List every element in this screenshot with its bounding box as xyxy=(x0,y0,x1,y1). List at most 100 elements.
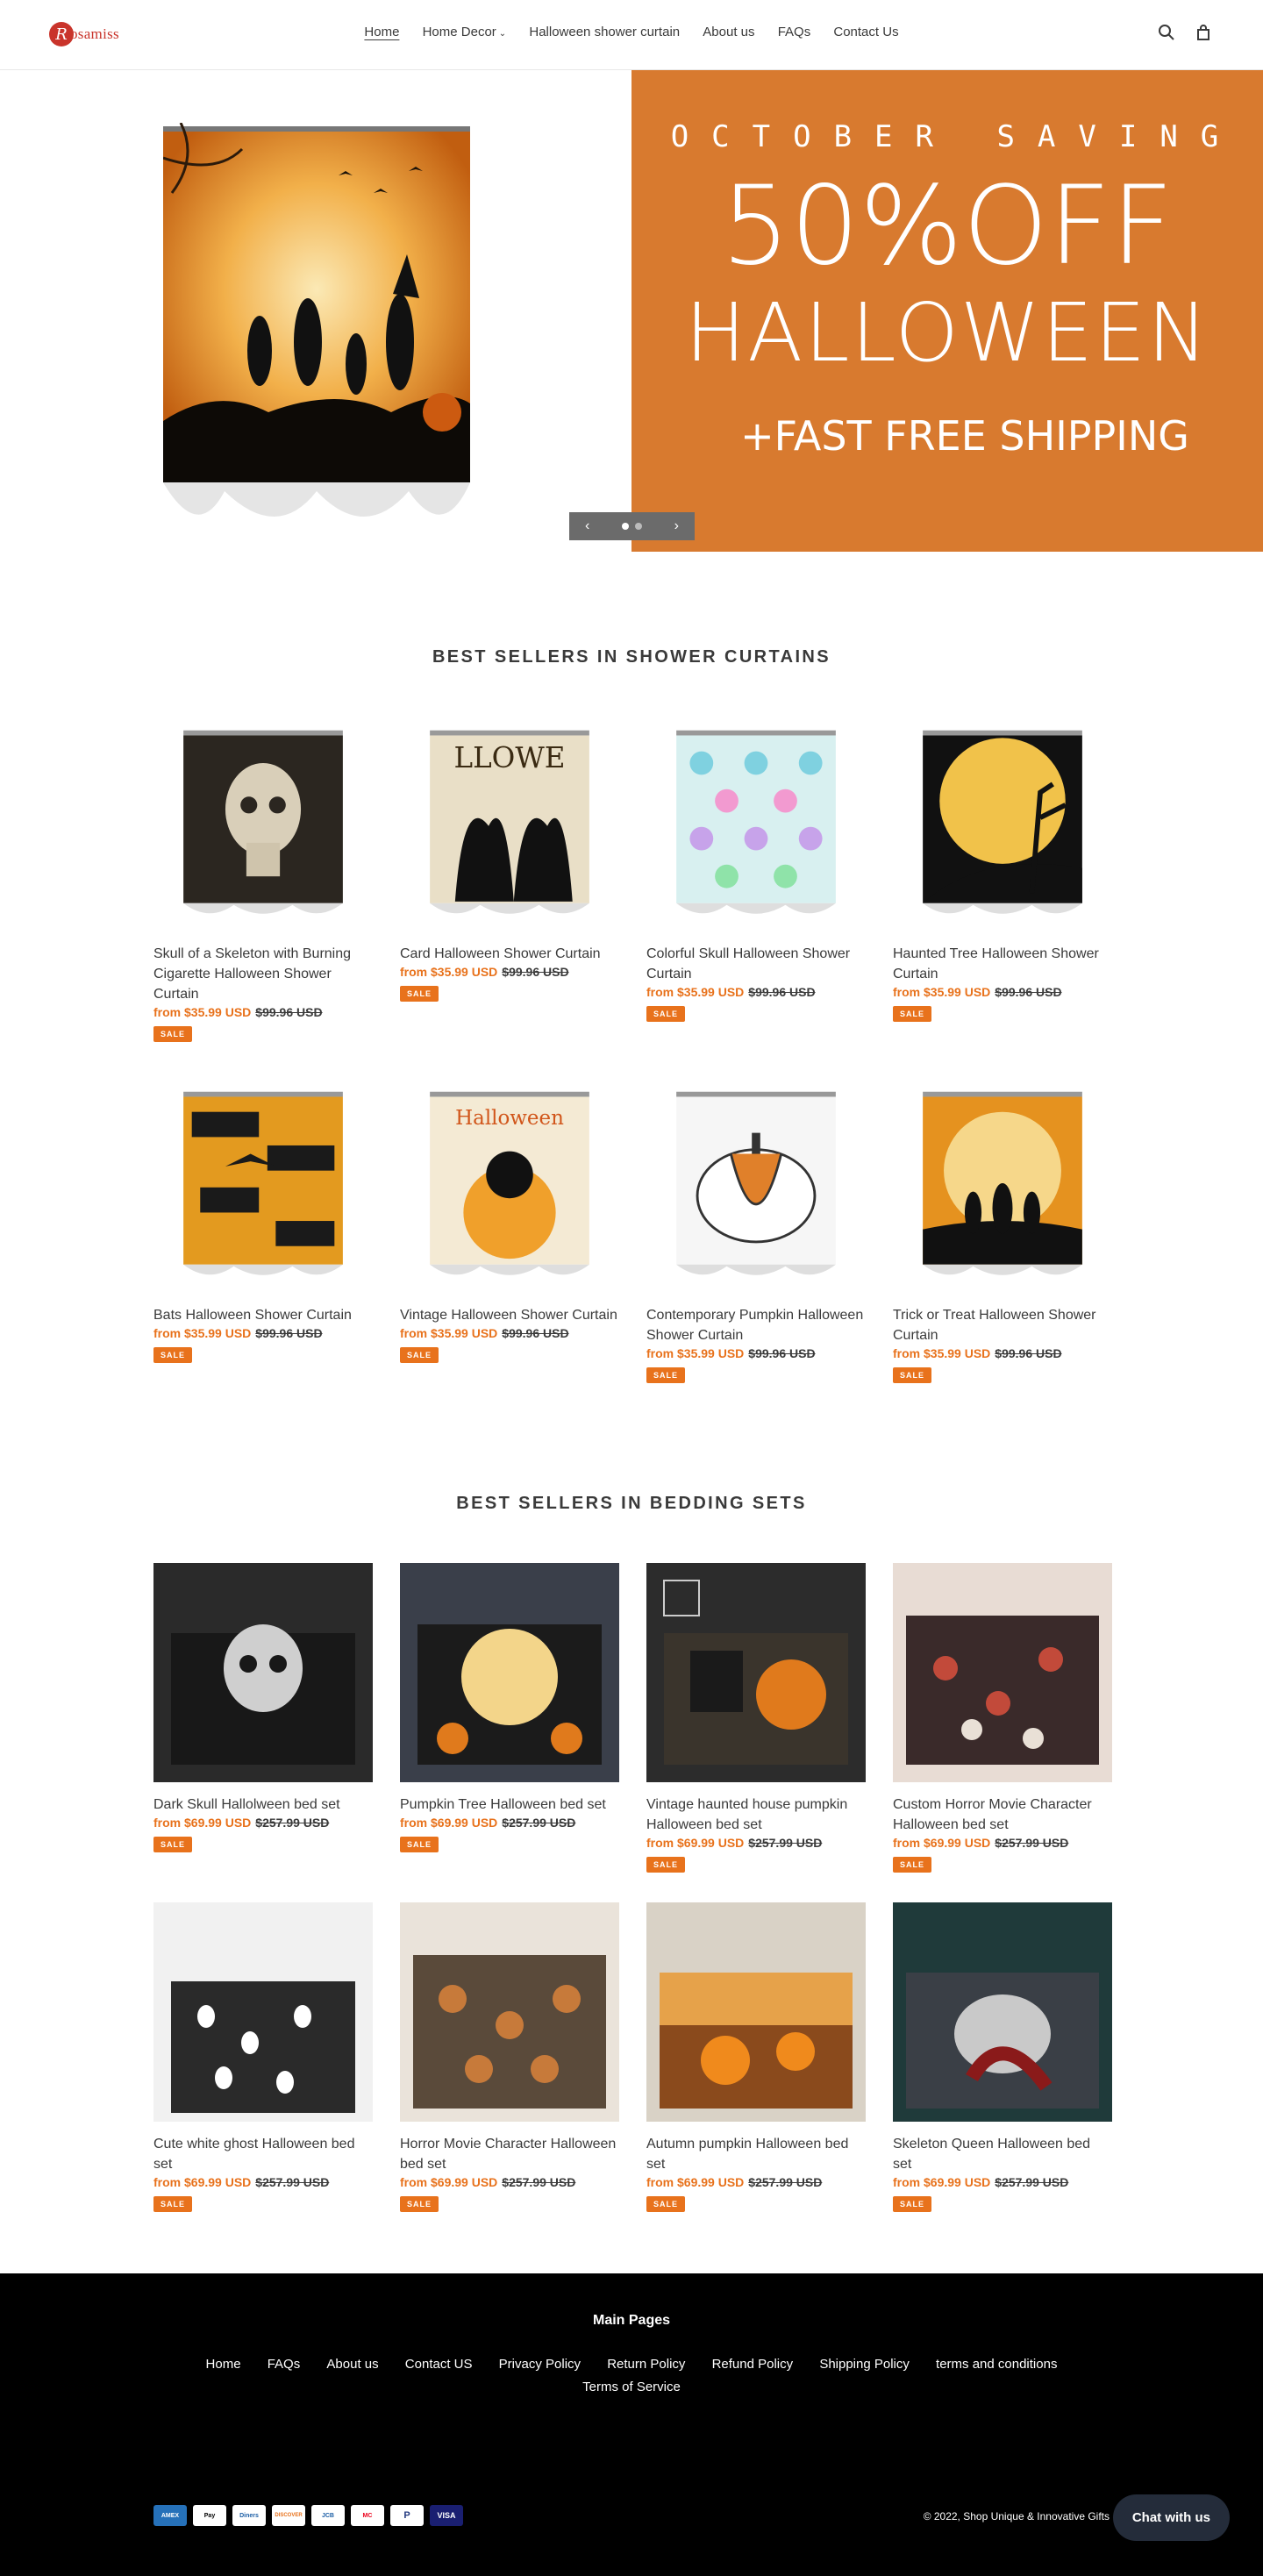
cart-icon[interactable] xyxy=(1195,24,1212,41)
nav-halloween-shower-curtain[interactable]: Halloween shower curtain xyxy=(529,25,680,39)
footer-link-refund-policy[interactable]: Refund Policy xyxy=(712,2357,794,2372)
nav-home-decor[interactable]: Home Decor ⌄ xyxy=(423,25,507,39)
product-image[interactable] xyxy=(153,1563,373,1782)
bedding-card[interactable]: Horror Movie Character Halloween bed set… xyxy=(400,1902,619,2212)
product-image[interactable] xyxy=(646,1902,866,2122)
product-image[interactable] xyxy=(646,712,866,931)
footer-link-home[interactable]: Home xyxy=(206,2357,241,2372)
product-price: from $35.99 USD $99.96 USD xyxy=(893,985,1112,999)
product-title[interactable]: Autumn pumpkin Halloween bed set xyxy=(646,2134,866,2174)
footer-links: Home FAQs About us Contact US Privacy Po… xyxy=(0,2353,1263,2399)
curtain-card[interactable]: Bats Halloween Shower Curtain from $35.99… xyxy=(153,1074,373,1383)
bedding-card[interactable]: Cute white ghost Halloween bed set from $… xyxy=(153,1902,373,2212)
sale-badge: SALE xyxy=(153,1837,193,1852)
product-price: from $69.99 USD $257.99 USD xyxy=(153,1816,373,1830)
product-title[interactable]: Bats Halloween Shower Curtain xyxy=(153,1305,373,1325)
nav-home[interactable]: Home xyxy=(364,25,399,39)
product-price: from $69.99 USD $257.99 USD xyxy=(646,2175,866,2189)
footer-link-about-us[interactable]: About us xyxy=(326,2357,378,2372)
chat-button[interactable]: Chat with us xyxy=(1112,2494,1230,2541)
product-image[interactable] xyxy=(893,1563,1112,1782)
regular-price: $99.96 USD xyxy=(502,1326,569,1340)
product-title[interactable]: Vintage Halloween Shower Curtain xyxy=(400,1305,619,1325)
product-title[interactable]: Colorful Skull Halloween Shower Curtain xyxy=(646,944,866,984)
chevron-down-icon: ⌄ xyxy=(498,29,507,39)
footer-link-terms-of-service[interactable]: Terms of Service xyxy=(582,2380,681,2394)
product-title[interactable]: Horror Movie Character Halloween bed set xyxy=(400,2134,619,2174)
regular-price: $99.96 USD xyxy=(995,1346,1062,1360)
curtain-card[interactable]: LLOWE Card Halloween Shower Curtain from $… xyxy=(400,712,619,1042)
product-title[interactable]: Vintage haunted house pumpkin Halloween … xyxy=(646,1795,866,1835)
curtain-card[interactable]: Trick or Treat Halloween Shower Curtain f… xyxy=(893,1074,1112,1383)
chevron-right-icon[interactable]: › xyxy=(674,518,679,534)
product-title[interactable]: Pumpkin Tree Halloween bed set xyxy=(400,1795,619,1815)
bedding-card[interactable]: Custom Horror Movie Character Halloween … xyxy=(893,1563,1112,1873)
product-image[interactable] xyxy=(400,1902,619,2122)
curtain-card[interactable]: Haunted Tree Halloween Shower Curtain fro… xyxy=(893,712,1112,1042)
bedding-card[interactable]: Vintage haunted house pumpkin Halloween … xyxy=(646,1563,866,1873)
nav-faqs[interactable]: FAQs xyxy=(778,25,811,39)
curtain-card[interactable]: Skull of a Skeleton with Burning Cigaret… xyxy=(153,712,373,1042)
section-title-bedding: BEST SELLERS IN BEDDING SETS xyxy=(456,1494,807,1513)
product-price: from $35.99 USD $99.96 USD xyxy=(400,1326,619,1340)
footer-link-contact-us[interactable]: Contact US xyxy=(405,2357,473,2372)
nav-about-us[interactable]: About us xyxy=(703,25,754,39)
product-title[interactable]: Trick or Treat Halloween Shower Curtain xyxy=(893,1305,1112,1345)
bedding-card[interactable]: Autumn pumpkin Halloween bed set from $69… xyxy=(646,1902,866,2212)
product-image[interactable] xyxy=(400,1563,619,1782)
bedding-card[interactable]: Skeleton Queen Halloween bed set from $69… xyxy=(893,1902,1112,2212)
product-image[interactable] xyxy=(153,1074,373,1293)
product-image[interactable] xyxy=(153,712,373,931)
regular-price: $99.96 USD xyxy=(255,1326,323,1340)
product-title[interactable]: Skeleton Queen Halloween bed set xyxy=(893,2134,1112,2174)
footer-link-terms-conditions[interactable]: terms and conditions xyxy=(936,2357,1057,2372)
product-image[interactable]: LLOWE xyxy=(400,712,619,931)
hero-promo-panel[interactable]: OCTOBER SAVING 50%OFF HALLOWEEN +FAST FR… xyxy=(632,70,1263,552)
product-title[interactable]: Dark Skull Hallolween bed set xyxy=(153,1795,373,1815)
product-title[interactable]: Cute white ghost Halloween bed set xyxy=(153,2134,373,2174)
curtain-card[interactable]: Colorful Skull Halloween Shower Curtain f… xyxy=(646,712,866,1042)
bedding-card[interactable]: Dark Skull Hallolween bed set from $69.99… xyxy=(153,1563,373,1873)
curtain-card[interactable]: Contemporary Pumpkin Halloween Shower Cu… xyxy=(646,1074,866,1383)
footer-link-shipping-policy[interactable]: Shipping Policy xyxy=(819,2357,910,2372)
slide-dot-1[interactable] xyxy=(622,523,629,530)
jcb-icon: JCB xyxy=(311,2505,345,2526)
footer-link-return-policy[interactable]: Return Policy xyxy=(607,2357,685,2372)
sale-price: from $69.99 USD xyxy=(646,2175,745,2189)
regular-price: $257.99 USD xyxy=(255,1816,330,1830)
product-image[interactable] xyxy=(893,712,1112,931)
product-price: from $35.99 USD $99.96 USD xyxy=(893,1346,1112,1360)
search-icon[interactable] xyxy=(1158,24,1175,41)
product-price: from $35.99 USD $99.96 USD xyxy=(646,985,866,999)
product-image[interactable] xyxy=(646,1074,866,1293)
nav-home-decor-label: Home Decor xyxy=(422,25,496,39)
footer-link-privacy-policy[interactable]: Privacy Policy xyxy=(499,2357,581,2372)
chevron-left-icon[interactable]: ‹ xyxy=(585,518,589,534)
bedding-card[interactable]: Pumpkin Tree Halloween bed set from $69.9… xyxy=(400,1563,619,1873)
sale-badge: SALE xyxy=(400,1837,439,1852)
product-title[interactable]: Contemporary Pumpkin Halloween Shower Cu… xyxy=(646,1305,866,1345)
product-title[interactable]: Card Halloween Shower Curtain xyxy=(400,944,619,964)
footer-title: Main Pages xyxy=(592,2313,671,2328)
amex-icon: AMEX xyxy=(153,2505,187,2526)
product-price: from $69.99 USD $257.99 USD xyxy=(153,2175,373,2189)
slide-dot-2[interactable] xyxy=(635,523,642,530)
sale-price: from $35.99 USD xyxy=(893,985,991,999)
product-title[interactable]: Custom Horror Movie Character Halloween … xyxy=(893,1795,1112,1835)
regular-price: $257.99 USD xyxy=(502,2175,576,2189)
site-footer: Main Pages Home FAQs About us Contact US… xyxy=(0,2273,1263,2576)
nav-contact-us[interactable]: Contact Us xyxy=(833,25,898,39)
product-title[interactable]: Skull of a Skeleton with Burning Cigaret… xyxy=(153,944,373,1004)
curtain-card[interactable]: Halloween Vintage Halloween Shower Curtai… xyxy=(400,1074,619,1383)
product-image[interactable] xyxy=(646,1563,866,1782)
product-image[interactable] xyxy=(893,1074,1112,1293)
regular-price: $257.99 USD xyxy=(995,1836,1069,1850)
footer-link-faqs[interactable]: FAQs xyxy=(268,2357,301,2372)
product-title[interactable]: Haunted Tree Halloween Shower Curtain xyxy=(893,944,1112,984)
product-image[interactable] xyxy=(153,1902,373,2122)
hero-slideshow: OCTOBER SAVING 50%OFF HALLOWEEN +FAST FR… xyxy=(0,70,1263,552)
product-image[interactable] xyxy=(893,1902,1112,2122)
product-image[interactable]: Halloween xyxy=(400,1074,619,1293)
main-nav: Home Home Decor ⌄ Halloween shower curtai… xyxy=(0,25,1263,39)
visa-icon: VISA xyxy=(430,2505,463,2526)
